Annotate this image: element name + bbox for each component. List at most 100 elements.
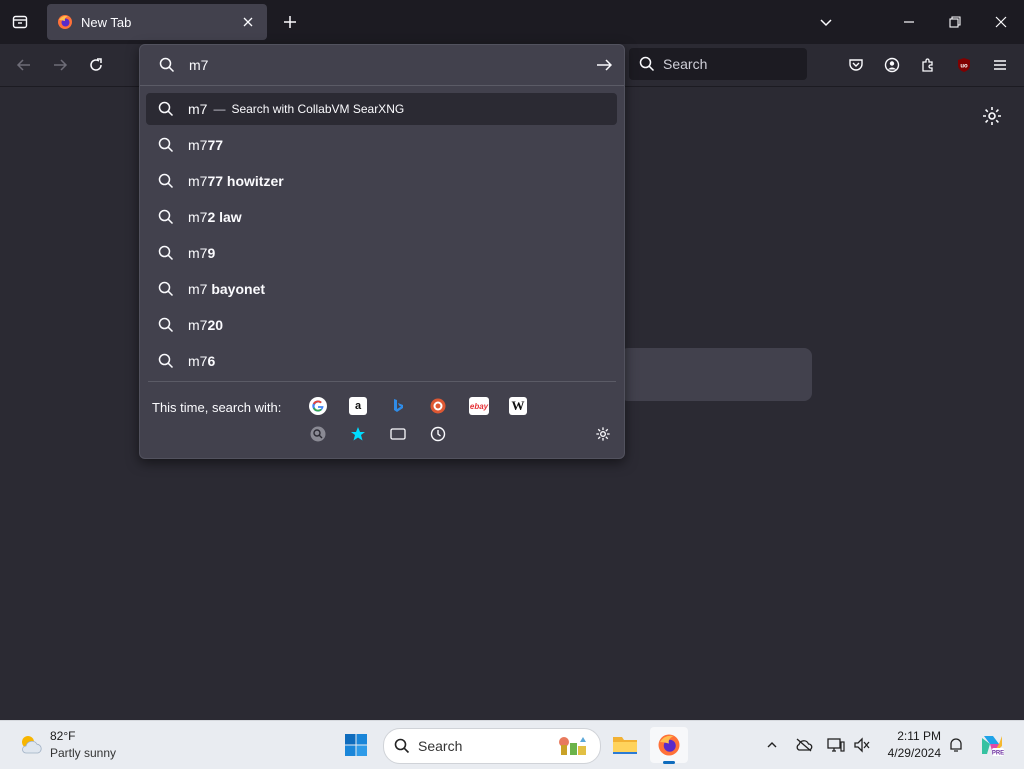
pocket-button[interactable] <box>840 49 872 81</box>
extensions-button[interactable] <box>912 49 944 81</box>
ebay-glyph: ebay <box>469 401 489 411</box>
suggestion-action: Search with CollabVM SearXNG <box>231 102 405 116</box>
back-arrow-icon <box>16 59 30 71</box>
amazon-icon[interactable]: a <box>349 397 367 415</box>
suggestion-text: m777 <box>188 137 224 153</box>
bing-icon[interactable] <box>389 397 407 415</box>
show-hidden-icons-button[interactable] <box>762 735 782 755</box>
search-placeholder: Search <box>663 56 708 72</box>
wikipedia-icon[interactable]: W <box>509 397 527 415</box>
window-close-button[interactable] <box>981 0 1021 44</box>
account-button[interactable] <box>876 49 908 81</box>
search-icon <box>159 57 175 73</box>
search-icon <box>158 209 174 225</box>
reload-button[interactable] <box>80 49 112 81</box>
tab-close-button[interactable] <box>239 13 257 31</box>
minimize-icon <box>904 21 914 23</box>
duckduckgo-icon[interactable] <box>429 397 447 415</box>
clock-time[interactable]: 2:11 PM <box>897 729 941 743</box>
taskbar-search-box[interactable]: Search <box>383 728 601 764</box>
taskbar-search-label: Search <box>418 738 463 754</box>
list-item[interactable]: m720 <box>146 309 617 341</box>
tab-new-tab[interactable]: New Tab <box>47 4 267 40</box>
suggestion-text: m76 <box>188 353 216 369</box>
tabs-icon[interactable] <box>389 425 407 443</box>
firefox-taskbar-button[interactable] <box>650 727 688 764</box>
go-button[interactable] <box>596 57 612 73</box>
history-icon[interactable] <box>429 425 447 443</box>
bookmarks-icon[interactable] <box>349 425 367 443</box>
list-item[interactable]: m72 law <box>146 201 617 233</box>
suggestion-text: m720 <box>188 317 224 333</box>
svg-text:PRE: PRE <box>992 751 1004 757</box>
urlbar-typed-text: m7 <box>189 57 209 73</box>
clock-date[interactable]: 4/29/2024 <box>888 746 941 760</box>
firefox-view-icon <box>12 15 28 29</box>
page-settings-button[interactable] <box>980 104 1004 128</box>
volume-button[interactable] <box>852 735 872 755</box>
onedrive-button[interactable] <box>794 735 814 755</box>
running-indicator <box>663 761 675 764</box>
folder-icon <box>613 737 637 754</box>
bell-icon <box>950 738 962 752</box>
start-button[interactable] <box>340 729 372 761</box>
one-off-search-label: This time, search with: <box>152 400 282 415</box>
arrow-right-icon <box>597 59 612 71</box>
windows-taskbar: 82°F Partly sunny Search 2:11 PM 4/29/20… <box>0 720 1024 769</box>
copilot-button[interactable]: PRE <box>978 731 1006 759</box>
toolbar-search-box[interactable]: Search <box>629 48 807 80</box>
suggestion-text: m72 law <box>188 209 242 225</box>
notifications-button[interactable] <box>946 735 966 755</box>
ublock-origin-button[interactable]: uo <box>948 49 980 81</box>
pocket-icon <box>849 59 863 71</box>
suggestion-search-with-engine[interactable]: m7 — Search with CollabVM SearXNG <box>146 93 617 125</box>
partly-sunny-icon <box>22 736 42 754</box>
close-icon <box>243 17 253 27</box>
restore-button[interactable] <box>935 0 975 44</box>
search-icon <box>158 245 174 261</box>
suggestion-separator: — <box>213 102 226 116</box>
list-item[interactable]: m7 bayonet <box>146 273 617 305</box>
ublock-shield-icon: uo <box>958 58 970 72</box>
copilot-icon: PRE <box>982 736 1004 757</box>
new-tab-button[interactable] <box>270 0 310 44</box>
hamburger-menu-icon <box>994 60 1006 70</box>
gear-icon <box>983 107 1001 125</box>
list-item[interactable]: m76 <box>146 345 617 377</box>
search-icon <box>158 101 174 117</box>
network-icon <box>827 738 845 752</box>
searxng-icon[interactable] <box>309 425 327 443</box>
ebay-icon[interactable]: ebay <box>469 397 489 415</box>
list-item[interactable]: m777 howitzer <box>146 165 617 197</box>
file-explorer-button[interactable] <box>609 729 641 761</box>
suggestion-text: m7 bayonet <box>188 281 266 297</box>
account-icon <box>884 57 900 73</box>
list-item[interactable]: m79 <box>146 237 617 269</box>
plus-icon <box>284 16 296 28</box>
app-menu-button[interactable] <box>984 49 1016 81</box>
firefox-icon <box>658 734 680 756</box>
tab-strip: New Tab <box>0 0 1024 44</box>
divider <box>148 381 616 382</box>
search-settings-button[interactable] <box>594 425 612 443</box>
minimize-button[interactable] <box>889 0 929 44</box>
weather-widget[interactable] <box>16 730 46 760</box>
google-icon[interactable] <box>309 397 327 415</box>
divider <box>140 85 624 86</box>
list-all-tabs-button[interactable] <box>806 0 846 44</box>
suggestion-text: m777 howitzer <box>188 173 284 189</box>
volume-muted-icon <box>854 737 870 753</box>
firefox-view-button[interactable] <box>0 0 40 44</box>
search-icon <box>158 281 174 297</box>
suggestion-query: m7 <box>188 101 208 117</box>
forward-button[interactable] <box>44 49 76 81</box>
back-button[interactable] <box>8 49 40 81</box>
urlbar-input[interactable]: m7 <box>140 45 624 85</box>
reload-icon <box>90 58 102 71</box>
page-search-field[interactable] <box>620 348 812 401</box>
wikipedia-glyph: W <box>511 398 525 413</box>
network-button[interactable] <box>826 735 846 755</box>
cloud-off-icon <box>796 738 813 752</box>
list-item[interactable]: m777 <box>146 129 617 161</box>
tab-title: New Tab <box>81 14 132 30</box>
